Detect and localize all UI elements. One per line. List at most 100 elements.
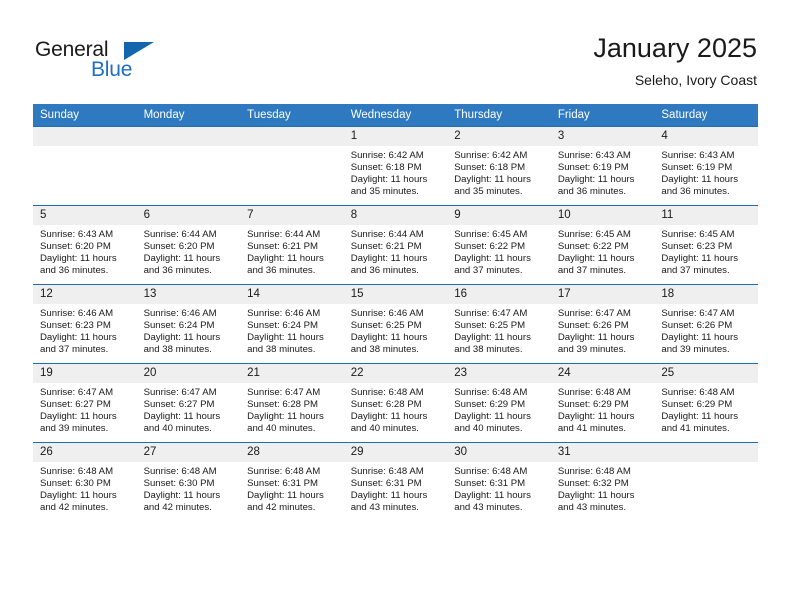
calendar-day-cell[interactable]: 6 Sunrise: 6:44 AM Sunset: 6:20 PM Daylight… [136, 205, 241, 285]
day-daylight-line: Daylight: 11 hours [661, 253, 738, 265]
calendar-day-cell[interactable]: 10 Sunrise: 6:45 AM Sunset: 6:22 PM Dayligh… [550, 205, 655, 285]
day-daylight-line: Daylight: 11 hours [557, 174, 635, 186]
day-sunrise-line: Sunrise: 6:48 AM [143, 466, 217, 477]
calendar-day-cell[interactable]: 8 Sunrise: 6:44 AM Sunset: 6:21 PM Daylight… [343, 205, 448, 285]
day-number: 11 [654, 206, 758, 225]
day-daylight-line: Daylight: 11 hours [143, 253, 221, 265]
day-sunrise-line: Sunrise: 6:48 AM [557, 466, 631, 477]
calendar-day-cell[interactable]: 22 Sunrise: 6:48 AM Sunset: 6:28 PM Dayligh… [343, 363, 448, 443]
day-sunset-line: Sunset: 6:19 PM [557, 162, 629, 174]
day-sunset-line: Sunset: 6:21 PM [350, 241, 422, 253]
day-sunset-line: Sunset: 6:22 PM [557, 241, 629, 253]
day-number: 24 [550, 364, 655, 383]
day-sunset-line: Sunset: 6:25 PM [350, 320, 422, 332]
day-sunset-line: Sunset: 6:20 PM [40, 241, 111, 253]
day-details: Sunrise: 6:48 AM Sunset: 6:31 PM Daylight:… [344, 462, 448, 514]
calendar-day-cell[interactable]: 16 Sunrise: 6:47 AM Sunset: 6:25 PM Dayligh… [447, 284, 551, 364]
calendar-day-cell[interactable]: 12 Sunrise: 6:46 AM Sunset: 6:23 PM Dayligh… [33, 284, 137, 364]
weekday-header-monday: Monday [136, 104, 241, 127]
calendar-day-cell[interactable]: 4 Sunrise: 6:43 AM Sunset: 6:19 PM Daylight… [654, 126, 758, 206]
day-daylight-line: and 39 minutes. [40, 423, 109, 435]
day-sunrise-line: Sunrise: 6:45 AM [454, 229, 528, 240]
calendar-day-cell[interactable]: 9 Sunrise: 6:45 AM Sunset: 6:22 PM Daylight… [447, 205, 551, 285]
calendar-day-cell[interactable]: 13 Sunrise: 6:46 AM Sunset: 6:24 PM Dayligh… [136, 284, 241, 364]
day-sunrise-line: Sunrise: 6:43 AM [557, 150, 631, 161]
day-sunrise-line: Sunrise: 6:48 AM [350, 387, 424, 398]
calendar-cell-empty [654, 442, 758, 521]
day-details: Sunrise: 6:43 AM Sunset: 6:19 PM Daylight:… [551, 146, 655, 198]
calendar-week-row: 12 Sunrise: 6:46 AM Sunset: 6:23 PM Dayligh… [33, 284, 758, 364]
calendar-day-cell[interactable]: 29 Sunrise: 6:48 AM Sunset: 6:31 PM Dayligh… [343, 442, 448, 521]
day-daylight-line: Daylight: 11 hours [454, 253, 531, 265]
day-daylight-line: and 40 minutes. [350, 423, 419, 435]
day-sunset-line: Sunset: 6:26 PM [661, 320, 733, 332]
day-number: 15 [343, 285, 448, 304]
calendar-day-cell[interactable]: 2 Sunrise: 6:42 AM Sunset: 6:18 PM Daylight… [447, 126, 551, 206]
calendar-day-cell[interactable]: 25 Sunrise: 6:48 AM Sunset: 6:29 PM Dayligh… [654, 363, 758, 443]
day-details: Sunrise: 6:45 AM Sunset: 6:22 PM Daylight:… [551, 225, 655, 277]
calendar-body: 1 Sunrise: 6:42 AM Sunset: 6:18 PM Daylight… [33, 126, 758, 521]
day-details: Sunrise: 6:48 AM Sunset: 6:32 PM Daylight:… [551, 462, 655, 514]
day-sunrise-line: Sunrise: 6:48 AM [40, 466, 114, 477]
calendar-day-cell[interactable]: 20 Sunrise: 6:47 AM Sunset: 6:27 PM Dayligh… [136, 363, 241, 443]
day-daylight-line: and 38 minutes. [247, 344, 316, 356]
brand-logo[interactable]: General Blue [35, 38, 235, 84]
day-sunrise-line: Sunrise: 6:42 AM [350, 150, 424, 161]
calendar-day-cell[interactable]: 26 Sunrise: 6:48 AM Sunset: 6:30 PM Dayligh… [33, 442, 137, 521]
calendar-day-cell[interactable]: 24 Sunrise: 6:48 AM Sunset: 6:29 PM Dayligh… [550, 363, 655, 443]
day-sunset-line: Sunset: 6:28 PM [247, 399, 319, 411]
day-daylight-line: Daylight: 11 hours [247, 332, 324, 344]
calendar-day-cell[interactable]: 31 Sunrise: 6:48 AM Sunset: 6:32 PM Dayligh… [550, 442, 655, 521]
calendar-day-cell[interactable]: 17 Sunrise: 6:47 AM Sunset: 6:26 PM Dayligh… [550, 284, 655, 364]
calendar-day-cell[interactable]: 11 Sunrise: 6:45 AM Sunset: 6:23 PM Dayligh… [654, 205, 758, 285]
day-details: Sunrise: 6:47 AM Sunset: 6:26 PM Daylight:… [551, 304, 655, 356]
day-number: 3 [550, 127, 655, 146]
calendar-day-cell[interactable]: 14 Sunrise: 6:46 AM Sunset: 6:24 PM Dayligh… [240, 284, 344, 364]
day-sunset-line: Sunset: 6:26 PM [557, 320, 629, 332]
day-daylight-line: Daylight: 11 hours [661, 174, 738, 186]
day-daylight-line: and 43 minutes. [350, 502, 419, 514]
day-details: Sunrise: 6:43 AM Sunset: 6:20 PM Daylight:… [33, 225, 137, 277]
calendar-day-cell[interactable]: 28 Sunrise: 6:48 AM Sunset: 6:31 PM Dayligh… [240, 442, 344, 521]
day-sunrise-line: Sunrise: 6:44 AM [143, 229, 217, 240]
day-number: 10 [550, 206, 655, 225]
day-number: 22 [343, 364, 448, 383]
day-number: 27 [136, 443, 241, 462]
calendar-day-cell[interactable]: 3 Sunrise: 6:43 AM Sunset: 6:19 PM Daylight… [550, 126, 655, 206]
day-number: 29 [343, 443, 448, 462]
day-details: Sunrise: 6:48 AM Sunset: 6:29 PM Daylight:… [447, 383, 551, 435]
day-details: Sunrise: 6:48 AM Sunset: 6:30 PM Daylight:… [33, 462, 137, 514]
brand-name-blue: Blue [91, 58, 133, 81]
day-details: Sunrise: 6:48 AM Sunset: 6:28 PM Daylight:… [344, 383, 448, 435]
day-sunset-line: Sunset: 6:27 PM [143, 399, 215, 411]
day-sunrise-line: Sunrise: 6:45 AM [661, 229, 735, 240]
calendar-week-row: 1 Sunrise: 6:42 AM Sunset: 6:18 PM Daylight… [33, 126, 758, 206]
day-daylight-line: and 38 minutes. [143, 344, 212, 356]
calendar-day-cell[interactable]: 1 Sunrise: 6:42 AM Sunset: 6:18 PM Daylight… [343, 126, 448, 206]
day-details: Sunrise: 6:48 AM Sunset: 6:30 PM Daylight:… [137, 462, 241, 514]
calendar-day-cell[interactable]: 21 Sunrise: 6:47 AM Sunset: 6:28 PM Dayligh… [240, 363, 344, 443]
day-number: 25 [654, 364, 758, 383]
calendar-day-cell[interactable]: 15 Sunrise: 6:46 AM Sunset: 6:25 PM Dayligh… [343, 284, 448, 364]
calendar-day-cell[interactable]: 5 Sunrise: 6:43 AM Sunset: 6:20 PM Daylight… [33, 205, 137, 285]
day-sunrise-line: Sunrise: 6:43 AM [661, 150, 735, 161]
calendar-day-cell[interactable]: 30 Sunrise: 6:48 AM Sunset: 6:31 PM Dayligh… [447, 442, 551, 521]
day-sunrise-line: Sunrise: 6:45 AM [557, 229, 631, 240]
day-number: 9 [447, 206, 551, 225]
calendar-day-cell[interactable]: 7 Sunrise: 6:44 AM Sunset: 6:21 PM Daylight… [240, 205, 344, 285]
day-sunrise-line: Sunrise: 6:46 AM [350, 308, 424, 319]
day-number: 6 [136, 206, 241, 225]
day-sunset-line: Sunset: 6:25 PM [454, 320, 526, 332]
calendar-day-cell[interactable]: 27 Sunrise: 6:48 AM Sunset: 6:30 PM Dayligh… [136, 442, 241, 521]
calendar-day-cell[interactable]: 19 Sunrise: 6:47 AM Sunset: 6:27 PM Dayligh… [33, 363, 137, 443]
calendar-week-row: 19 Sunrise: 6:47 AM Sunset: 6:27 PM Dayligh… [33, 363, 758, 443]
calendar-day-cell[interactable]: 23 Sunrise: 6:48 AM Sunset: 6:29 PM Dayligh… [447, 363, 551, 443]
day-daylight-line: and 38 minutes. [454, 344, 523, 356]
day-number: 17 [550, 285, 655, 304]
day-details: Sunrise: 6:46 AM Sunset: 6:24 PM Daylight:… [137, 304, 241, 356]
day-sunrise-line: Sunrise: 6:47 AM [557, 308, 631, 319]
day-daylight-line: and 41 minutes. [557, 423, 627, 435]
calendar-day-cell[interactable]: 18 Sunrise: 6:47 AM Sunset: 6:26 PM Dayligh… [654, 284, 758, 364]
calendar-page: General Blue January 2025 Seleho, Ivory … [0, 0, 792, 612]
day-number: 18 [654, 285, 758, 304]
